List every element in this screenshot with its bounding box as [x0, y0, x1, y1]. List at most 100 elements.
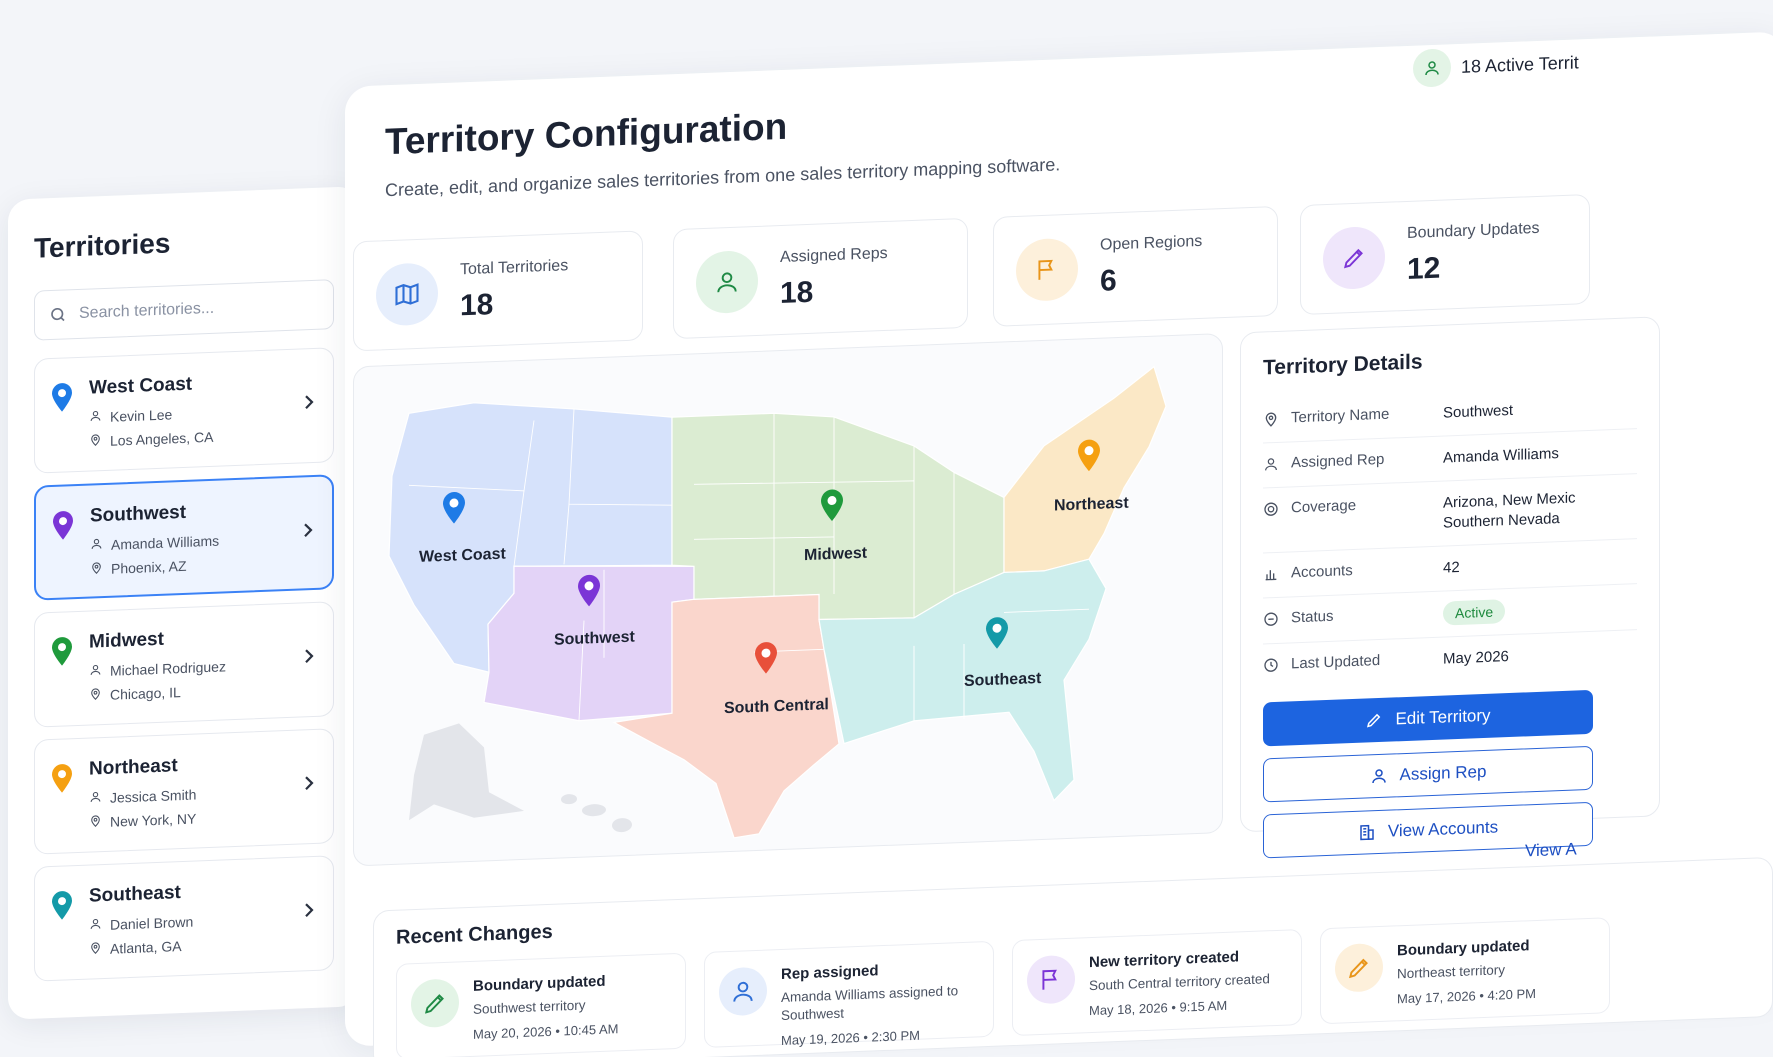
change-card[interactable]: Rep assigned Amanda Williams assigned to…	[704, 940, 994, 1048]
detail-label: Assigned Rep	[1291, 450, 1385, 472]
territory-name: Northeast	[89, 755, 178, 780]
territory-item-body: Southwest Amanda Williams Phoenix, AZ	[90, 497, 316, 586]
territory-rep: Kevin Lee	[89, 401, 317, 426]
stat-text: Open Regions 6	[1100, 233, 1202, 299]
territory-rep-name: Kevin Lee	[110, 406, 173, 425]
change-description: Northeast territory	[1397, 962, 1506, 982]
location-pin-icon	[90, 561, 103, 577]
location-pin-icon	[1263, 410, 1279, 427]
territory-rep: Amanda Williams	[90, 529, 316, 554]
pencil-icon	[1335, 942, 1383, 993]
status-badge: Active	[1443, 599, 1506, 626]
search-input[interactable]	[79, 295, 319, 323]
location-pin-icon	[51, 759, 73, 799]
details-rows: Territory Name Southwest Assigned Rep Am…	[1263, 384, 1637, 688]
detail-label-wrap: Assigned Rep	[1263, 449, 1443, 473]
territory-rep-name: Daniel Brown	[110, 913, 194, 933]
territory-item-west-coast[interactable]: West Coast Kevin Lee Los Angeles, CA	[34, 347, 334, 474]
change-text: Boundary updated Northeast territory May…	[1397, 937, 1536, 1007]
territory-location-text: Los Angeles, CA	[110, 428, 214, 449]
territory-location: Atlanta, GA	[89, 933, 317, 958]
location-pin-icon	[89, 941, 102, 957]
change-title: New territory created	[1089, 948, 1240, 972]
territory-name: Southeast	[89, 882, 181, 907]
detail-label: Last Updated	[1291, 651, 1381, 673]
location-pin-icon	[51, 886, 73, 926]
stat-value: 18	[780, 275, 814, 311]
territory-location: Los Angeles, CA	[89, 425, 317, 450]
flag-icon	[1027, 954, 1075, 1005]
stat-value: 6	[1100, 264, 1117, 298]
stat-card-boundary-updates: Boundary Updates 12	[1300, 193, 1590, 316]
user-icon	[89, 790, 102, 806]
change-text: Boundary updated Southwest territory May…	[473, 972, 619, 1042]
user-icon	[1413, 48, 1451, 88]
change-timestamp: May 17, 2026 • 4:20 PM	[1397, 985, 1536, 1007]
detail-value: 42	[1443, 558, 1460, 577]
user-icon	[89, 917, 102, 933]
building-icon	[1360, 824, 1374, 841]
change-card[interactable]: New territory created South Central terr…	[1012, 928, 1302, 1037]
stat-value: 18	[460, 288, 494, 323]
location-pin-icon	[89, 687, 102, 703]
detail-label: Status	[1291, 607, 1334, 627]
pencil-icon	[411, 978, 459, 1029]
territory-map[interactable]: West Coast Southwest Midwest Northeast S…	[353, 333, 1224, 867]
clock-icon	[1263, 656, 1279, 673]
territory-rep-name: Jessica Smith	[110, 786, 197, 806]
view-all-link[interactable]: View A	[1525, 839, 1577, 861]
chevron-right-icon	[305, 903, 314, 917]
territories-sidebar: Territories West Coast Kevin Lee Los Ang…	[8, 186, 360, 1020]
detail-label-wrap: Coverage	[1263, 494, 1443, 518]
map-label-southeast: Southeast	[964, 670, 1042, 690]
stat-text: Boundary Updates 12	[1407, 220, 1540, 287]
search-box[interactable]	[34, 279, 334, 341]
territory-details-panel: Territory Details Territory Name Southwe…	[1240, 316, 1660, 859]
territory-name: West Coast	[89, 373, 193, 399]
main-panel: 18 Active Territ Territory Configuration…	[345, 31, 1773, 1057]
region-hawaii	[612, 818, 632, 833]
territory-item-southeast[interactable]: Southeast Daniel Brown Atlanta, GA	[34, 855, 334, 982]
change-card[interactable]: Boundary updated Southwest territory May…	[396, 952, 686, 1057]
location-pin-icon	[89, 433, 102, 449]
region-northeast[interactable]	[1003, 365, 1167, 574]
status-icon	[1263, 610, 1279, 627]
detail-value: Southwest	[1443, 401, 1514, 422]
territory-rep-name: Michael Rodriguez	[110, 658, 226, 679]
map-label-northeast: Northeast	[1054, 495, 1129, 515]
territory-item-southwest[interactable]: Southwest Amanda Williams Phoenix, AZ	[34, 474, 334, 601]
territory-location: Chicago, IL	[89, 679, 317, 704]
region-hawaii	[561, 794, 577, 805]
change-timestamp: May 20, 2026 • 10:45 AM	[473, 1021, 619, 1042]
assign-rep-label: Assign Rep	[1399, 761, 1487, 785]
us-map-svg[interactable]: West Coast Southwest Midwest Northeast S…	[354, 334, 1224, 867]
edit-territory-button[interactable]: Edit Territory	[1263, 689, 1593, 747]
map-label-west-coast: West Coast	[419, 546, 506, 566]
view-accounts-label: View Accounts	[1387, 817, 1499, 841]
detail-label-wrap: Accounts	[1263, 559, 1443, 583]
map-label-southwest: Southwest	[554, 629, 636, 649]
stat-label: Open Regions	[1100, 232, 1203, 254]
change-title: Rep assigned	[781, 962, 879, 983]
detail-value: Amanda Williams	[1443, 445, 1559, 467]
assign-rep-button[interactable]: Assign Rep	[1263, 745, 1593, 803]
detail-value: May 2026	[1443, 648, 1509, 668]
change-title: Boundary updated	[1397, 937, 1530, 960]
territory-item-northeast[interactable]: Northeast Jessica Smith New York, NY	[34, 728, 334, 855]
chevron-right-icon	[305, 649, 314, 663]
chevron-right-icon	[305, 776, 314, 790]
territory-item-body: Northeast Jessica Smith New York, NY	[89, 750, 317, 839]
change-card[interactable]: Boundary updated Northeast territory May…	[1320, 917, 1610, 1025]
flag-icon	[1016, 237, 1078, 302]
change-text: Rep assigned Amanda Williams assigned to…	[781, 958, 979, 1048]
territory-item-body: Southeast Daniel Brown Atlanta, GA	[89, 877, 317, 966]
stat-card-assigned-reps: Assigned Reps 18	[673, 217, 968, 340]
detail-label-wrap: Status	[1263, 604, 1443, 628]
territory-item-midwest[interactable]: Midwest Michael Rodriguez Chicago, IL	[34, 601, 334, 728]
user-icon	[89, 663, 102, 679]
stat-label: Assigned Reps	[780, 244, 888, 267]
target-icon	[1263, 500, 1279, 517]
detail-value: Arizona, New Mexic Southern Nevada	[1443, 489, 1576, 532]
stat-value: 12	[1407, 251, 1441, 286]
sidebar-title: Territories	[34, 227, 171, 264]
